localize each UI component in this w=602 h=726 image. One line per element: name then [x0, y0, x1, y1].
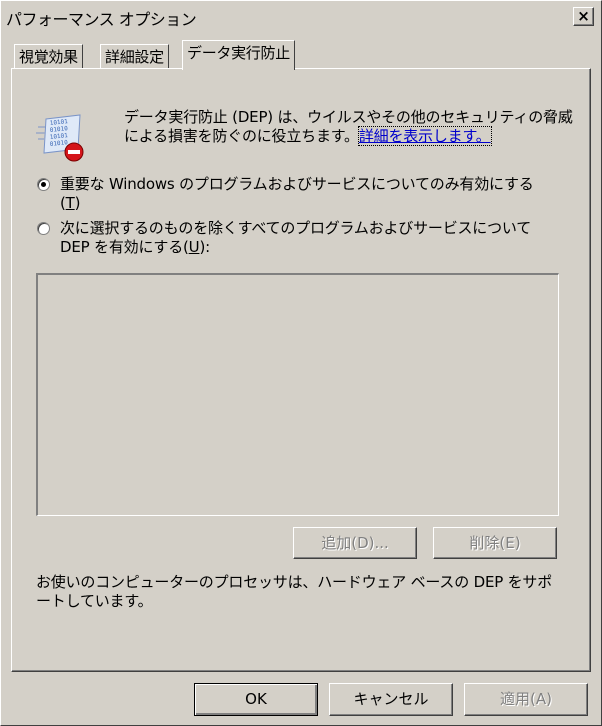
tab-dep-label: データ実行防止 [187, 44, 290, 62]
radio-all-except-button[interactable] [37, 222, 50, 235]
apply-button[interactable]: 適用(A) [464, 683, 588, 716]
details-link[interactable]: 詳細を表示します。 [357, 126, 492, 146]
dep-shield-icon: 10101 01010 10101 01010 [36, 114, 84, 162]
close-icon: × [577, 7, 590, 25]
dep-description-text: データ実行防止 (DEP) は、ウイルスやその他のセキュリティの脅威による損害を… [124, 108, 573, 145]
dep-description: データ実行防止 (DEP) は、ウイルスやその他のセキュリティの脅威による損害を… [124, 108, 574, 146]
ok-button[interactable]: OK [194, 683, 318, 716]
tab-advanced-label: 詳細設定 [105, 48, 164, 66]
radio-essential-only-button[interactable] [37, 178, 50, 191]
tab-advanced[interactable]: 詳細設定 [100, 44, 169, 70]
tab-visual-effects-label: 視覚効果 [19, 48, 78, 66]
tab-dep[interactable]: データ実行防止 [182, 40, 295, 70]
remove-button[interactable]: 削除(E) [433, 527, 557, 559]
title-bar[interactable]: パフォーマンス オプション × [1, 1, 601, 33]
tab-visual-effects[interactable]: 視覚効果 [14, 44, 83, 70]
cancel-button[interactable]: キャンセル [329, 683, 453, 716]
radio-essential-only-label: 重要な Windows のプログラムおよびサービスについてのみ有効にする (T) [60, 175, 534, 212]
radio-all-except[interactable]: 次に選択するのものを除くすべてのプログラムおよびサービスについて DEP を有効… [37, 219, 550, 257]
exception-list[interactable] [36, 273, 559, 516]
window-title: パフォーマンス オプション [6, 10, 197, 29]
hardware-support-text: お使いのコンピューターのプロセッサは、ハードウェア ベースの DEP をサポート… [36, 573, 553, 610]
radio-essential-only[interactable]: 重要な Windows のプログラムおよびサービスについてのみ有効にする (T) [37, 175, 550, 213]
performance-options-dialog: パフォーマンス オプション × 視覚効果 詳細設定 データ実行防止 10101 … [0, 0, 602, 726]
close-button[interactable]: × [573, 7, 594, 26]
add-button[interactable]: 追加(D)... [293, 527, 417, 559]
radio-all-except-label: 次に選択するのものを除くすべてのプログラムおよびサービスについて DEP を有効… [60, 219, 532, 256]
